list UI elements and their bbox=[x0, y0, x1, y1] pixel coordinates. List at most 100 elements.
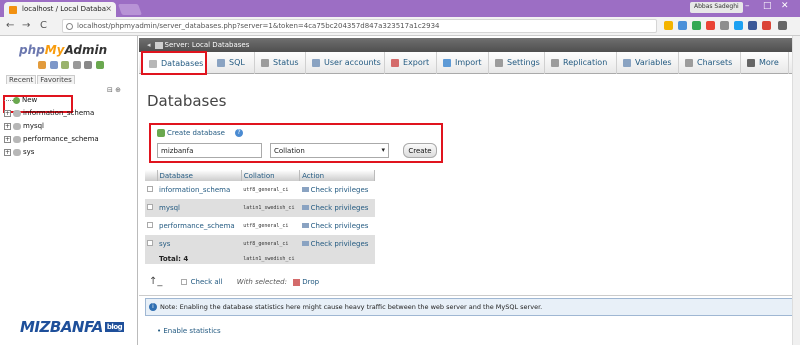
tab-user-accounts[interactable]: User accounts bbox=[306, 52, 385, 74]
tree-item-mysql[interactable]: + mysql bbox=[4, 122, 99, 135]
create-label-text: Create database bbox=[167, 129, 225, 137]
action-label: Check privileges bbox=[310, 186, 369, 194]
close-tab-icon[interactable]: × bbox=[105, 4, 112, 13]
tab-label: Export bbox=[403, 58, 430, 67]
browser-tab[interactable]: localhost / Local Databa × bbox=[4, 2, 116, 17]
browser-tab-title: localhost / Local Databa bbox=[22, 5, 107, 13]
drop-button[interactable]: Drop bbox=[302, 278, 319, 286]
check-privileges-link[interactable]: Check privileges bbox=[299, 235, 375, 253]
address-bar[interactable]: localhost/phpmyadmin/server_databases.ph… bbox=[62, 19, 657, 33]
database-collation: utf8_general_ci bbox=[241, 217, 300, 235]
settings-icon[interactable] bbox=[84, 61, 93, 69]
tab-databases[interactable]: Databases bbox=[141, 51, 207, 75]
expand-icon[interactable]: + bbox=[4, 135, 11, 143]
action-label: Check privileges bbox=[310, 222, 369, 230]
users-icon bbox=[312, 58, 320, 67]
new-tab-button[interactable] bbox=[117, 4, 143, 15]
header-collation[interactable]: Collation bbox=[241, 170, 301, 181]
tab-replication[interactable]: Replication bbox=[545, 52, 617, 74]
page-info-icon[interactable] bbox=[66, 23, 73, 30]
database-icon bbox=[13, 122, 21, 130]
check-all-label[interactable]: Check all bbox=[191, 278, 223, 286]
home-icon[interactable] bbox=[38, 61, 46, 69]
tab-more[interactable]: More bbox=[741, 52, 789, 74]
tab-settings[interactable]: Settings bbox=[489, 52, 545, 74]
tab-export[interactable]: Export bbox=[385, 52, 437, 74]
expand-icon[interactable]: + bbox=[4, 109, 11, 117]
tab-import[interactable]: Import bbox=[437, 52, 489, 74]
menu-icon[interactable] bbox=[778, 21, 787, 30]
privileges-icon bbox=[301, 223, 309, 228]
left-tabs: Recent Favorites bbox=[6, 75, 76, 84]
expand-icon[interactable]: + bbox=[4, 122, 11, 130]
address-bar-url: localhost/phpmyadmin/server_databases.ph… bbox=[77, 22, 440, 30]
help-icon[interactable]: ? bbox=[235, 129, 243, 137]
logo-php: php bbox=[19, 43, 45, 57]
reload-nav-icon[interactable] bbox=[95, 61, 104, 69]
logout-icon[interactable] bbox=[49, 61, 58, 69]
extension-icon[interactable] bbox=[706, 21, 715, 30]
user-profile-badge[interactable]: Abbas Sadeghi bbox=[690, 2, 743, 13]
star-icon[interactable] bbox=[664, 21, 673, 30]
tree-item-performance-schema[interactable]: + performance_schema bbox=[4, 135, 99, 148]
tab-label: Import bbox=[455, 58, 482, 67]
database-link[interactable]: information_schema bbox=[157, 181, 242, 199]
database-link[interactable]: performance_schema bbox=[157, 217, 242, 235]
tree-new[interactable]: New bbox=[4, 96, 99, 109]
check-privileges-link[interactable]: Check privileges bbox=[299, 181, 375, 199]
tab-status[interactable]: Status bbox=[255, 52, 306, 74]
collapse-arrow-icon[interactable]: ◂ bbox=[147, 41, 151, 49]
extension-icon[interactable] bbox=[720, 21, 729, 30]
main-panel: ◂ Server: Local Databases Databases SQL S… bbox=[139, 36, 800, 345]
replication-icon bbox=[551, 58, 559, 67]
statistics-notice: i Note: Enabling the database statistics… bbox=[145, 298, 793, 316]
info-icon: i bbox=[149, 303, 157, 311]
forward-icon[interactable]: → bbox=[22, 20, 30, 31]
tab-recent[interactable]: Recent bbox=[6, 75, 37, 84]
breadcrumb-server[interactable]: Server: Local Databases bbox=[165, 41, 250, 49]
check-privileges-link[interactable]: Check privileges bbox=[299, 217, 375, 235]
twitter-icon[interactable] bbox=[734, 21, 743, 30]
extension-icon[interactable] bbox=[678, 21, 687, 30]
minimize-icon[interactable]: – bbox=[745, 1, 750, 11]
sql-docs-icon[interactable] bbox=[72, 61, 81, 69]
phpmyadmin-logo[interactable]: phpMyAdmin bbox=[19, 43, 107, 57]
extension-icon[interactable] bbox=[762, 21, 771, 30]
back-icon[interactable]: ← bbox=[6, 20, 14, 31]
row-checkbox[interactable] bbox=[147, 204, 153, 210]
check-privileges-link[interactable]: Check privileges bbox=[299, 199, 375, 217]
create-button[interactable]: Create bbox=[403, 143, 437, 158]
arrow-up-icon: ↑_ bbox=[149, 276, 163, 287]
tree-item-sys[interactable]: + sys bbox=[4, 148, 99, 161]
database-name-input[interactable]: mizbanfa bbox=[157, 143, 262, 158]
header-database[interactable]: Database bbox=[157, 170, 242, 181]
facebook-icon[interactable] bbox=[748, 21, 757, 30]
collation-select[interactable]: Collation ▾ bbox=[270, 143, 389, 158]
docs-icon[interactable] bbox=[61, 61, 70, 69]
reload-icon[interactable]: C bbox=[40, 20, 47, 31]
database-link[interactable]: mysql bbox=[157, 199, 242, 217]
enable-statistics-link[interactable]: • Enable statistics bbox=[157, 327, 221, 335]
maximize-icon[interactable]: □ bbox=[763, 1, 772, 11]
variables-icon bbox=[623, 58, 631, 67]
database-link[interactable]: sys bbox=[157, 235, 242, 253]
page-scrollbar[interactable] bbox=[792, 36, 800, 345]
database-icon bbox=[13, 135, 21, 143]
row-checkbox[interactable] bbox=[147, 186, 153, 192]
collapse-all-icon[interactable]: ⊟ ⊕ bbox=[107, 86, 121, 94]
browser-tabstrip: localhost / Local Databa × Abbas Sadeghi… bbox=[0, 0, 800, 17]
tab-favorites[interactable]: Favorites bbox=[37, 75, 75, 84]
tab-charsets[interactable]: Charsets bbox=[679, 52, 741, 74]
tab-variables[interactable]: Variables bbox=[617, 52, 679, 74]
check-all-checkbox[interactable] bbox=[180, 279, 187, 285]
tree-item-information-schema[interactable]: + information_schema bbox=[4, 109, 99, 122]
window-close-icon[interactable]: ✕ bbox=[781, 1, 789, 11]
tab-sql[interactable]: SQL bbox=[211, 52, 255, 74]
row-checkbox[interactable] bbox=[147, 222, 153, 228]
tab-label: Variables bbox=[635, 58, 672, 67]
expand-icon[interactable]: + bbox=[4, 148, 11, 156]
extension-icon[interactable] bbox=[692, 21, 701, 30]
total-count: Total: 4 bbox=[157, 253, 242, 264]
row-checkbox[interactable] bbox=[147, 240, 153, 246]
notice-text: Note: Enabling the database statistics h… bbox=[160, 303, 543, 311]
